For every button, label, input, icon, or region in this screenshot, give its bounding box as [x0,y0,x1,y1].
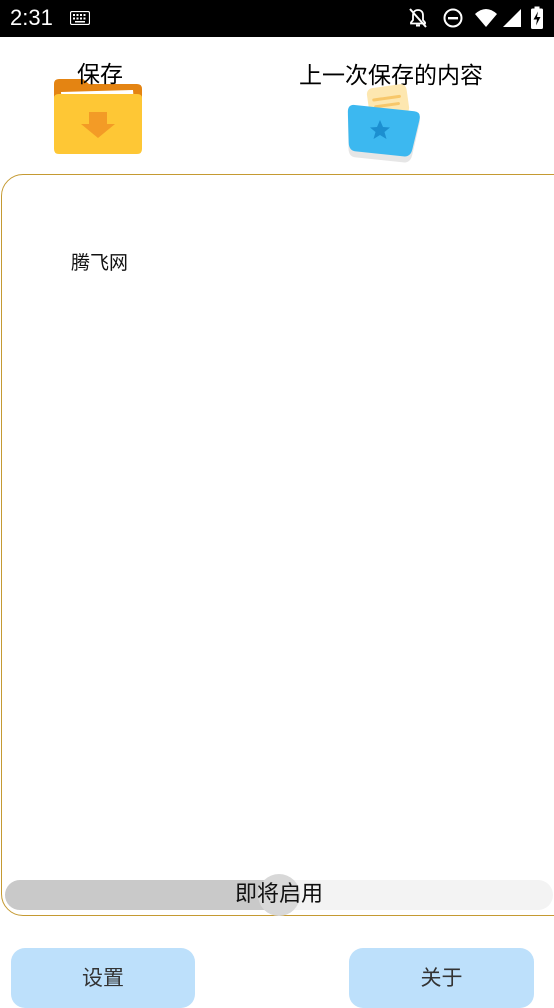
battery-charging-icon [531,6,543,29]
text-editor[interactable]: 腾飞网 即将启用 [1,174,554,916]
settings-button[interactable]: 设置 [11,948,195,1008]
wifi-icon [475,9,497,27]
do-not-disturb-icon [443,8,463,28]
last-saved-button[interactable]: 上一次保存的内容 [288,56,494,168]
save-button[interactable]: 保存 [50,52,150,162]
about-button[interactable]: 关于 [349,948,534,1008]
editor-content[interactable]: 腾飞网 [71,248,128,275]
signal-icon [503,9,521,27]
status-time: 2:31 [10,5,53,30]
enable-slider[interactable]: 即将启用 [5,874,553,916]
status-bar: 2:31 [0,0,554,37]
notifications-off-icon [409,8,427,28]
slider-label: 即将启用 [234,882,323,907]
keyboard-icon [70,11,90,25]
save-label: 保存 [77,62,123,88]
starred-bag-icon [347,84,420,163]
